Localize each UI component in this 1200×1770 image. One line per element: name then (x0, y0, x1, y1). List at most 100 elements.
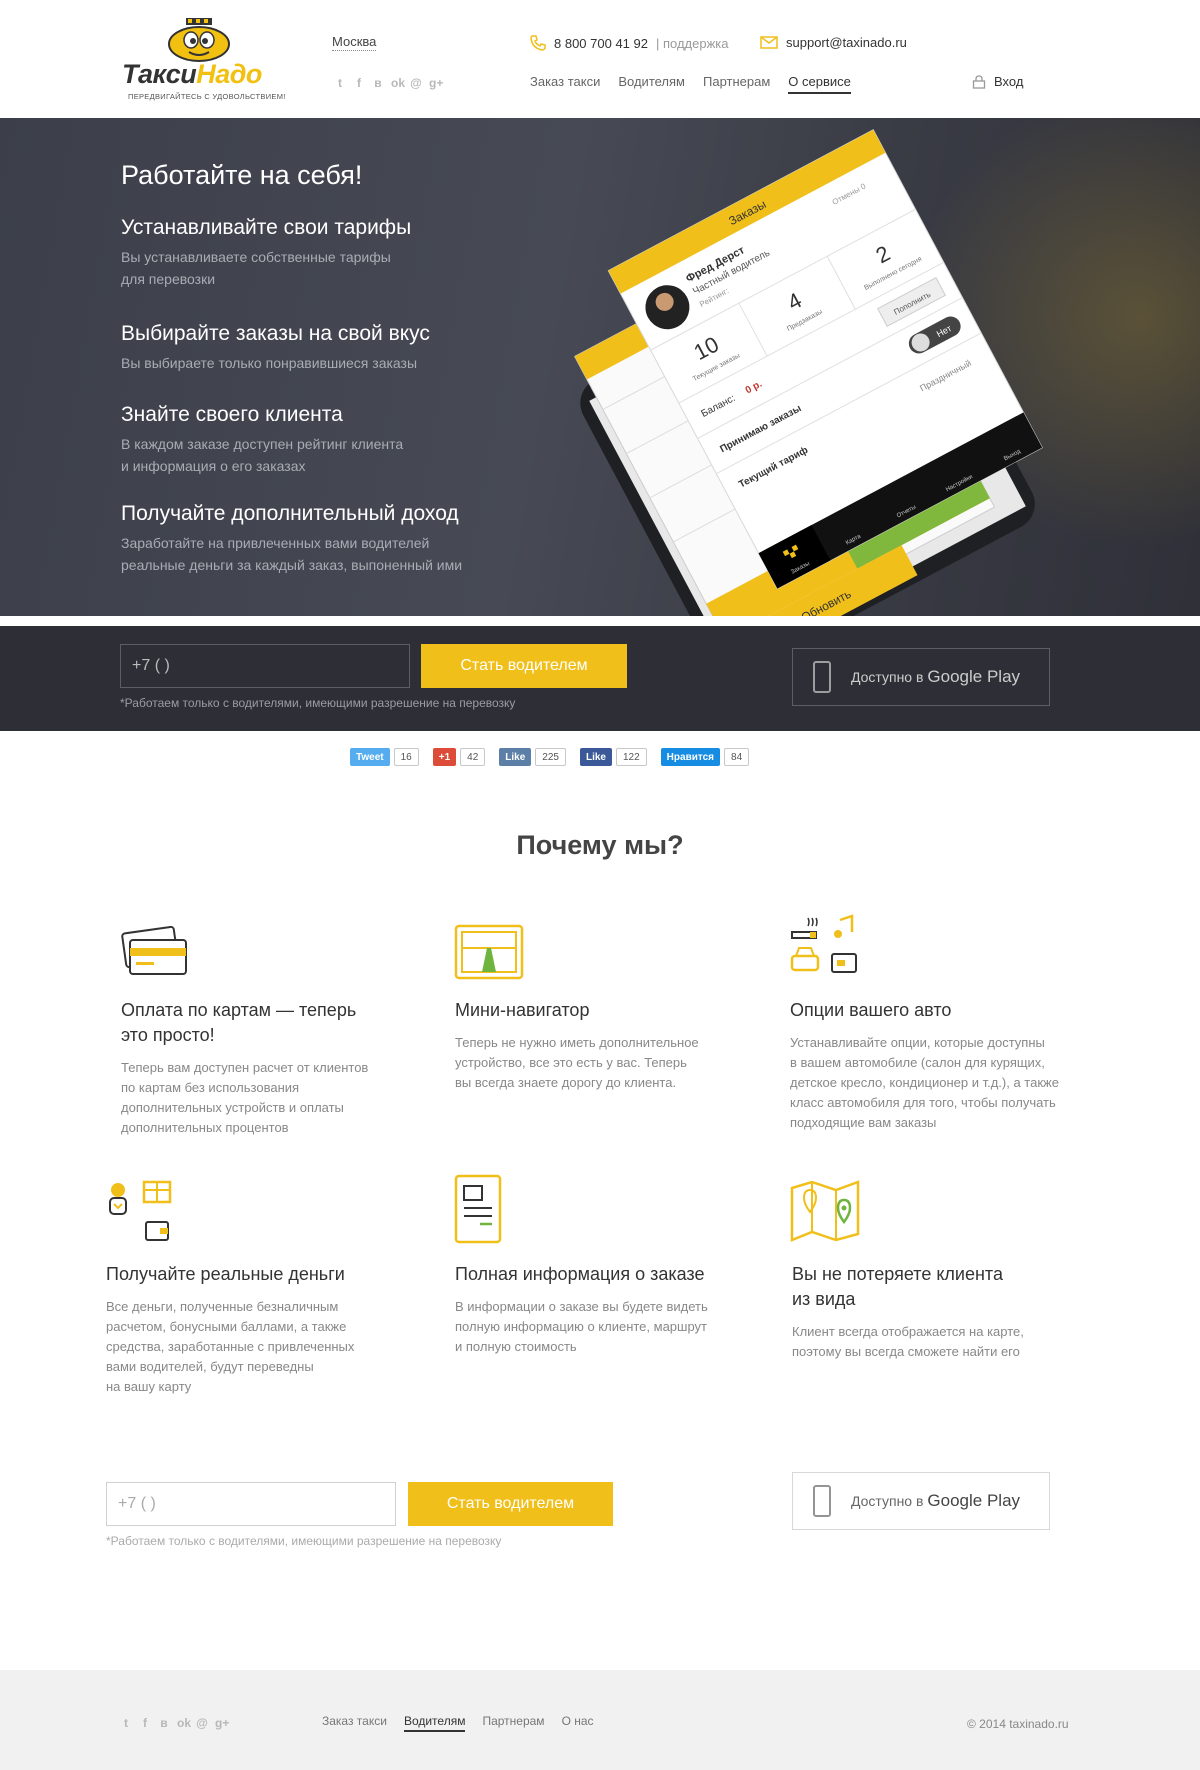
become-driver-button-bottom[interactable]: Стать водителем (408, 1482, 613, 1526)
card-title: Оплата по картам — теперь это просто! (121, 1000, 357, 1045)
card-text: Устанавливайте опции, которые доступны в… (790, 1035, 1059, 1130)
why-card-options: Опции вашего авто Устанавливайте опции, … (790, 998, 1090, 1133)
twitter-icon[interactable]: t (334, 76, 346, 90)
car-options-icon (790, 914, 857, 973)
odnoklassniki-icon[interactable]: ok (391, 76, 405, 90)
feature-tariffs: Устанавливайте свои тарифы Вы устанавлив… (121, 216, 541, 290)
feature-client: Знайте своего клиента В каждом заказе до… (121, 403, 541, 477)
mailru-icon[interactable]: @ (410, 76, 422, 90)
footer-nav: Заказ такси Водителям Партнерам О нас (322, 1714, 594, 1732)
share-mailru[interactable]: Нравится 84 (660, 748, 750, 766)
feature-text: Заработайте на привлеченных вами водител… (121, 535, 463, 573)
logo-title: ТаксиНадо (122, 59, 262, 89)
share-gplus[interactable]: +1 42 (432, 748, 486, 766)
share-count: 225 (535, 748, 566, 766)
why-card-info: Полная информация о заказе В информации … (455, 1262, 755, 1357)
app-phone-mockup: Заказы Фред Дерст Частный водитель Рейти… (574, 129, 1043, 616)
taxi-mascot-icon (168, 18, 230, 62)
google-play-button-bottom[interactable]: Доступно в Google Play (792, 1472, 1050, 1530)
gp-prefix: Доступно в (851, 669, 924, 685)
odnoklassniki-icon[interactable]: ok (177, 1716, 191, 1730)
fb-like-button[interactable]: Like (579, 748, 612, 766)
login-label: Вход (994, 74, 1024, 89)
login-link[interactable]: Вход (972, 74, 1023, 89)
money-icon (109, 1180, 172, 1241)
facebook-icon[interactable]: f (353, 76, 365, 90)
phone-input[interactable]: +7 ( ) (120, 644, 410, 688)
footer-nav-drivers[interactable]: Водителям (403, 1714, 466, 1732)
vk-like-button[interactable]: Like (499, 748, 532, 766)
card-title: Полная информация о заказе (455, 1264, 705, 1284)
card-title: Получайте реальные деньги (106, 1264, 345, 1284)
feature-title: Устанавливайте свои тарифы (121, 216, 412, 239)
gplus-button[interactable]: +1 (432, 748, 457, 766)
google-play-button[interactable]: Доступно в Google Play (792, 648, 1050, 706)
mailru-icon[interactable]: @ (196, 1716, 208, 1730)
card-title: Мини-навигатор (455, 1000, 590, 1020)
hero-section: Работайте на себя! Устанавливайте свои т… (0, 118, 1200, 616)
card-text: Теперь не нужно иметь дополнительное уст… (455, 1035, 699, 1090)
card-title: Вы не потеряете клиента из вида (792, 1264, 1003, 1309)
share-count: 122 (615, 748, 647, 766)
logo[interactable]: ТаксиНадо ПЕРЕДВИГАЙТЕСЬ С УДОВОЛЬСТВИЕМ… (118, 18, 304, 108)
gp-store: Google Play (927, 1491, 1021, 1510)
phone-number[interactable]: 8 800 700 41 92 (554, 36, 648, 51)
order-info-icon (454, 1174, 502, 1244)
gp-prefix: Доступно в (851, 1493, 924, 1509)
feature-title: Выбирайте заказы на свой вкус (121, 322, 430, 345)
site-footer: t f в ok @ g+ Заказ такси Водителям Парт… (0, 1670, 1200, 1770)
tweet-button[interactable]: Tweet (350, 748, 390, 766)
card-title: Опции вашего авто (790, 1000, 952, 1020)
why-title: Почему мы? (516, 830, 684, 860)
facebook-icon[interactable]: f (139, 1716, 151, 1730)
footer-nav-about[interactable]: О нас (562, 1714, 594, 1732)
feature-text: В каждом заказе доступен рейтинг клиента… (121, 436, 404, 474)
share-buttons: Tweet 16 +1 42 Like 225 Like 122 Нравится 84 (350, 748, 750, 766)
feature-income: Получайте дополнительный доход Заработай… (121, 502, 541, 576)
share-count: 42 (460, 748, 486, 766)
phone-input-bottom[interactable]: +7 ( ) (106, 1482, 396, 1526)
share-count: 16 (393, 748, 419, 766)
nav-order-taxi[interactable]: Заказ такси (530, 74, 600, 94)
feature-title: Знайте своего клиента (121, 403, 343, 426)
nav-drivers[interactable]: Водителям (618, 74, 685, 94)
permission-note-bottom: *Работаем только с водителями, имеющими … (106, 1534, 502, 1548)
card-text: Клиент всегда отображается на карте, поэ… (792, 1324, 1024, 1359)
nav-partners[interactable]: Партнерам (703, 74, 770, 94)
support-phone: 8 800 700 41 92 | поддержка (530, 35, 729, 51)
email-link[interactable]: support@taxinado.ru (786, 35, 907, 50)
credit-card-icon (121, 925, 187, 975)
why-card-navigator: Мини-навигатор Теперь не нужно иметь доп… (455, 998, 745, 1093)
card-text: Все деньги, полученные безналичным расче… (106, 1299, 355, 1394)
city-selector[interactable]: Москва (332, 34, 377, 51)
mailru-like-button[interactable]: Нравится (660, 748, 721, 766)
share-count: 84 (724, 748, 750, 766)
mail-icon (760, 36, 778, 49)
share-twitter[interactable]: Tweet 16 (350, 748, 419, 766)
navigator-icon (454, 924, 524, 980)
feature-orders: Выбирайте заказы на свой вкус Вы выбирае… (121, 322, 541, 374)
header-social-links: t f в ok @ g+ (334, 76, 443, 90)
become-driver-button[interactable]: Стать водителем (421, 644, 627, 688)
smartphone-icon (813, 661, 831, 693)
footer-nav-partners[interactable]: Партнерам (482, 1714, 544, 1732)
why-card-cards: Оплата по картам — теперь это просто! Те… (121, 998, 411, 1138)
googleplus-icon[interactable]: g+ (429, 76, 443, 90)
feature-text: Вы устанавливаете собственные тарифы для… (121, 249, 391, 287)
copyright: © 2014 taxinado.ru (967, 1717, 1069, 1731)
main-nav: Заказ такси Водителям Партнерам О сервис… (530, 74, 851, 94)
card-text: В информации о заказе вы будете видеть п… (455, 1299, 708, 1354)
nav-about[interactable]: О сервисе (788, 74, 851, 94)
share-facebook[interactable]: Like 122 (579, 748, 647, 766)
share-vk[interactable]: Like 225 (499, 748, 566, 766)
feature-text: Вы выбираете только понравившиеся заказы (121, 355, 418, 371)
vk-icon[interactable]: в (372, 76, 384, 90)
footer-social-links: t f в ok @ g+ (120, 1716, 229, 1730)
twitter-icon[interactable]: t (120, 1716, 132, 1730)
vk-icon[interactable]: в (158, 1716, 170, 1730)
phone-icon (530, 35, 546, 51)
logo-tagline: ПЕРЕДВИГАЙТЕСЬ С УДОВОЛЬСТВИЕМ! (128, 92, 286, 101)
why-card-map: Вы не потеряете клиента из вида Клиент в… (792, 1262, 1082, 1362)
footer-nav-order-taxi[interactable]: Заказ такси (322, 1714, 387, 1732)
googleplus-icon[interactable]: g+ (215, 1716, 229, 1730)
